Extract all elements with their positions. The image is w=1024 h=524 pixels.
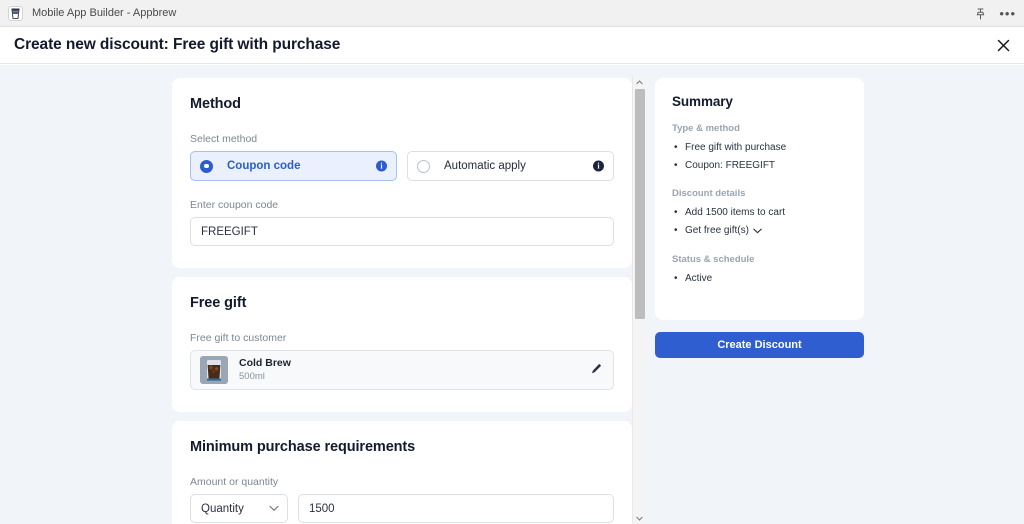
radio-dot-icon	[200, 159, 213, 173]
method-card-title: Method	[190, 96, 241, 112]
summary-list-discount-details: Add 1500 items to cart Get free gift(s)	[672, 204, 847, 240]
scroll-down-arrow-icon[interactable]	[633, 512, 646, 524]
more-options-icon[interactable]: •••	[999, 7, 1016, 20]
select-method-label: Select method	[190, 133, 258, 145]
summary-list-status-schedule: Active	[672, 270, 847, 288]
summary-item: Active	[674, 270, 847, 288]
chevron-down-icon	[269, 503, 279, 515]
product-name: Cold Brew	[239, 357, 291, 369]
free-gift-card-title: Free gift	[190, 295, 247, 311]
radio-option-automatic-apply[interactable]: Automatic apply i	[407, 151, 614, 181]
summary-section-heading-discount-details: Discount details	[672, 188, 746, 199]
cold-brew-product-image	[200, 356, 228, 384]
summary-title: Summary	[672, 94, 733, 109]
info-icon[interactable]: i	[376, 160, 387, 172]
chevron-down-icon[interactable]	[753, 223, 762, 241]
form-canvas: Method Select method Coupon code i Autom…	[0, 65, 1024, 524]
amount-or-quantity-select[interactable]: Quantity	[190, 494, 288, 523]
summary-item: Free gift with purchase	[674, 139, 847, 157]
summary-item-expandable[interactable]: Get free gift(s)	[674, 222, 847, 241]
coupon-code-label: Enter coupon code	[190, 199, 279, 211]
free-gift-product-row[interactable]: Cold Brew 500ml	[190, 350, 614, 390]
summary-item-label: Get free gift(s)	[685, 224, 749, 236]
page-title: Create new discount: Free gift with purc…	[14, 36, 341, 53]
close-icon[interactable]	[991, 33, 1015, 57]
summary-list-type-method: Free gift with purchase Coupon: FREEGIFT	[672, 139, 847, 174]
coffee-cup-icon	[8, 5, 23, 21]
summary-section-heading-type-method: Type & method	[672, 123, 740, 134]
scrollbar-thumb[interactable]	[634, 89, 645, 319]
summary-item: Coupon: FREEGIFT	[674, 157, 847, 175]
os-title-bar: Mobile App Builder - Appbrew •••	[0, 0, 1024, 27]
amount-or-quantity-label: Amount or quantity	[190, 476, 279, 488]
method-card: Method Select method Coupon code i Autom…	[172, 78, 632, 268]
free-gift-field-label: Free gift to customer	[190, 332, 287, 344]
quantity-row: Quantity 1500	[190, 494, 614, 523]
minimum-purchase-card: Minimum purchase requirements Amount or …	[172, 421, 632, 524]
select-value: Quantity	[201, 502, 244, 515]
scroll-up-arrow-icon[interactable]	[633, 76, 646, 88]
summary-item: Add 1500 items to cart	[674, 204, 847, 222]
info-icon[interactable]: i	[593, 160, 604, 172]
method-radio-group: Coupon code i Automatic apply i	[190, 151, 614, 181]
form-scroll-region: Method Select method Coupon code i Autom…	[172, 78, 632, 524]
edit-pencil-icon[interactable]	[591, 361, 602, 379]
radio-dot-icon	[417, 159, 430, 173]
window-title: Mobile App Builder - Appbrew	[32, 7, 177, 19]
summary-section-heading-status-schedule: Status & schedule	[672, 254, 755, 265]
create-discount-button[interactable]: Create Discount	[655, 331, 864, 358]
quantity-input[interactable]: 1500	[298, 494, 614, 523]
minimum-purchase-card-title: Minimum purchase requirements	[190, 439, 416, 455]
radio-label-automatic-apply: Automatic apply	[444, 160, 526, 172]
vertical-scrollbar[interactable]	[632, 76, 645, 524]
radio-label-coupon-code: Coupon code	[227, 160, 301, 172]
summary-column: Summary Type & method Free gift with pur…	[655, 78, 864, 358]
page-header: Create new discount: Free gift with purc…	[0, 27, 1024, 64]
radio-option-coupon-code[interactable]: Coupon code i	[190, 151, 397, 181]
free-gift-card: Free gift Free gift to customer Cold Bre…	[172, 277, 632, 412]
summary-card: Summary Type & method Free gift with pur…	[655, 78, 864, 320]
coupon-code-input[interactable]: FREEGIFT	[190, 217, 614, 246]
product-variant: 500ml	[239, 371, 265, 383]
pin-icon[interactable]	[975, 8, 986, 20]
